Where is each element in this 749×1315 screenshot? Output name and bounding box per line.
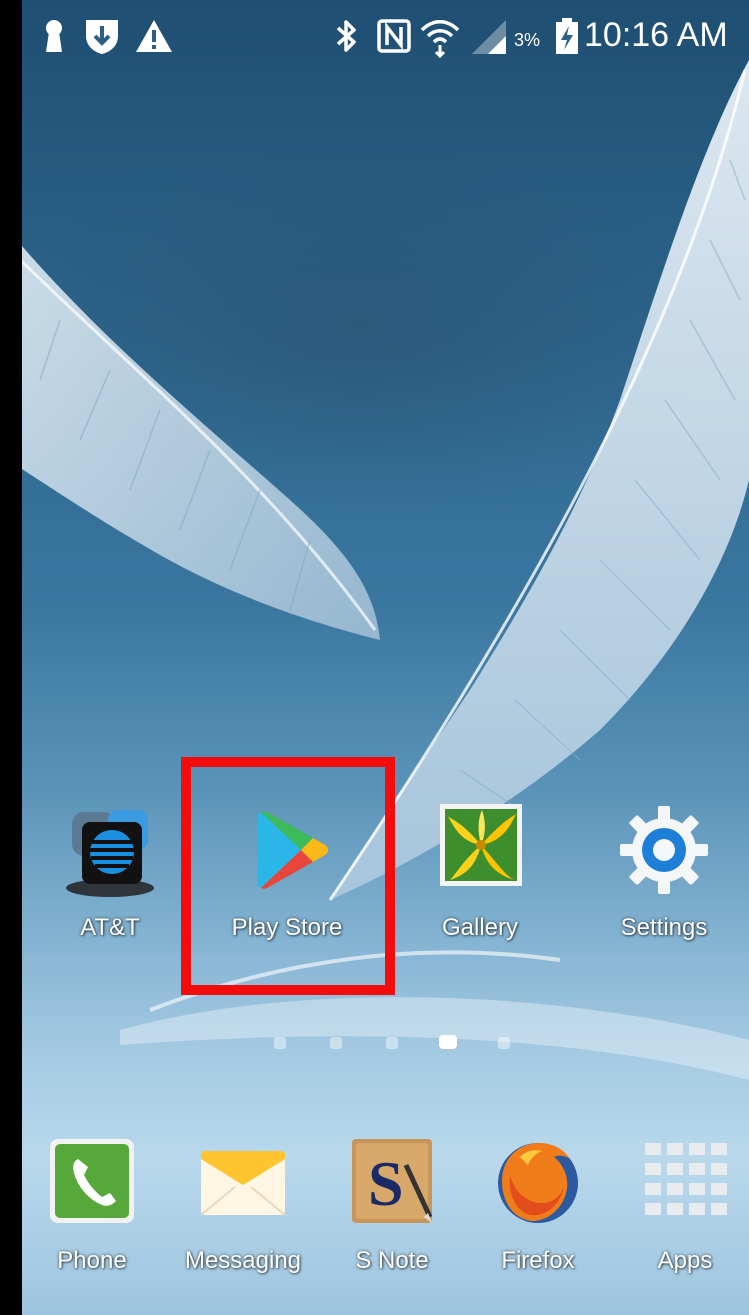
dock-s-note[interactable]: S S Note: [312, 1135, 472, 1285]
app-att[interactable]: AT&T: [30, 802, 190, 952]
clock: 10:16 AM: [584, 16, 728, 54]
dock-apps[interactable]: Apps: [605, 1135, 749, 1285]
screen-frame-edge: [0, 0, 22, 1315]
status-bar: 3% 10:16 AM: [22, 0, 749, 78]
signal-icon: [472, 20, 506, 54]
dock-label-firefox: Firefox: [501, 1247, 575, 1274]
shield-download-icon: [86, 20, 118, 54]
app-label-att: AT&T: [80, 914, 140, 941]
app-label-settings: Settings: [620, 914, 708, 941]
dock-label-messaging: Messaging: [184, 1247, 302, 1274]
nfc-icon: [377, 19, 411, 53]
wifi-icon: [420, 20, 460, 58]
feather-wallpaper: [0, 60, 749, 1080]
phone-icon: [50, 1139, 134, 1223]
app-settings[interactable]: Settings: [584, 802, 744, 952]
page-dot-active[interactable]: [439, 1035, 457, 1049]
messaging-envelope-icon: [200, 1151, 286, 1216]
svg-text:S: S: [368, 1148, 404, 1219]
home-screen: 3% 10:16 AM AT&T Play Store Gallery Sett…: [0, 0, 749, 1315]
page-dot[interactable]: [330, 1037, 342, 1049]
page-dot[interactable]: [386, 1037, 398, 1049]
bluetooth-icon: [336, 20, 356, 52]
app-gallery[interactable]: Gallery: [400, 802, 560, 952]
dock-phone[interactable]: Phone: [12, 1135, 172, 1285]
apps-grid-icon: [645, 1143, 727, 1215]
page-indicator[interactable]: [262, 1033, 522, 1053]
dock-label-s-note: S Note: [355, 1247, 429, 1274]
dock-firefox[interactable]: Firefox: [458, 1135, 618, 1285]
warning-icon: [136, 20, 172, 52]
dock-label-apps: Apps: [657, 1247, 713, 1274]
gallery-icon: [440, 804, 522, 886]
app-label-gallery: Gallery: [441, 914, 519, 941]
dock-messaging[interactable]: Messaging: [163, 1135, 323, 1285]
page-dot[interactable]: [498, 1037, 510, 1049]
settings-gear-icon: [620, 806, 708, 894]
battery-percent: 3%: [514, 30, 541, 50]
s-note-icon: S: [352, 1139, 433, 1223]
battery-charging-icon: [556, 18, 578, 54]
highlight-box: [181, 757, 395, 995]
keyhole-icon: [46, 20, 62, 52]
att-folder-icon: [66, 810, 154, 897]
dock-label-phone: Phone: [57, 1247, 127, 1274]
page-dot[interactable]: [274, 1037, 286, 1049]
firefox-icon: [498, 1143, 578, 1223]
